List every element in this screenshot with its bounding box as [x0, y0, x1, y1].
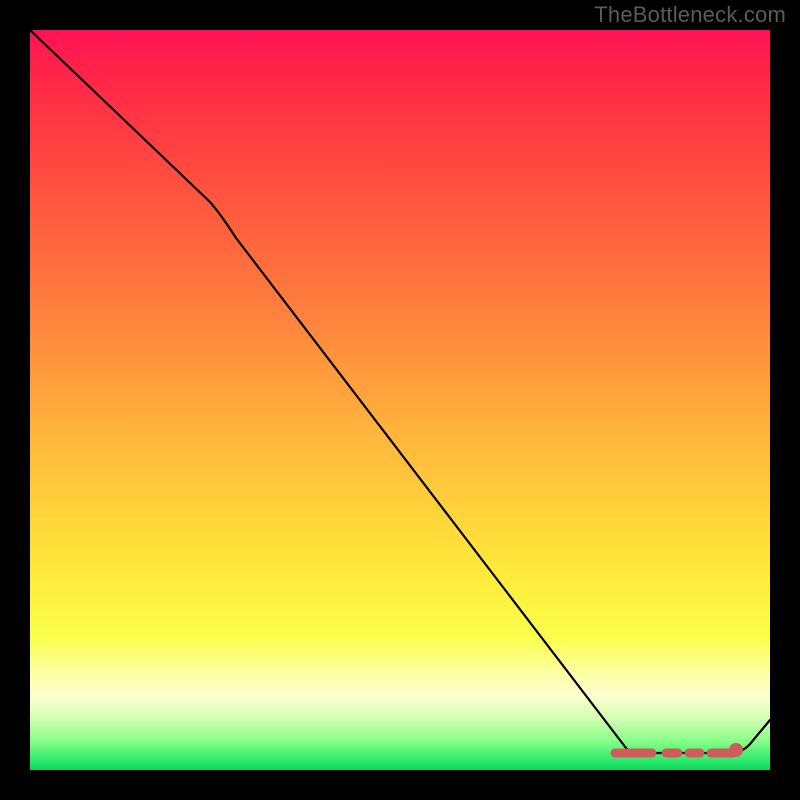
chart-frame: TheBottleneck.com	[0, 0, 800, 800]
marker-dot	[729, 743, 743, 757]
watermark-text: TheBottleneck.com	[594, 2, 786, 28]
chart-svg	[30, 30, 770, 770]
main-line	[30, 30, 770, 753]
plot-area	[30, 30, 770, 770]
